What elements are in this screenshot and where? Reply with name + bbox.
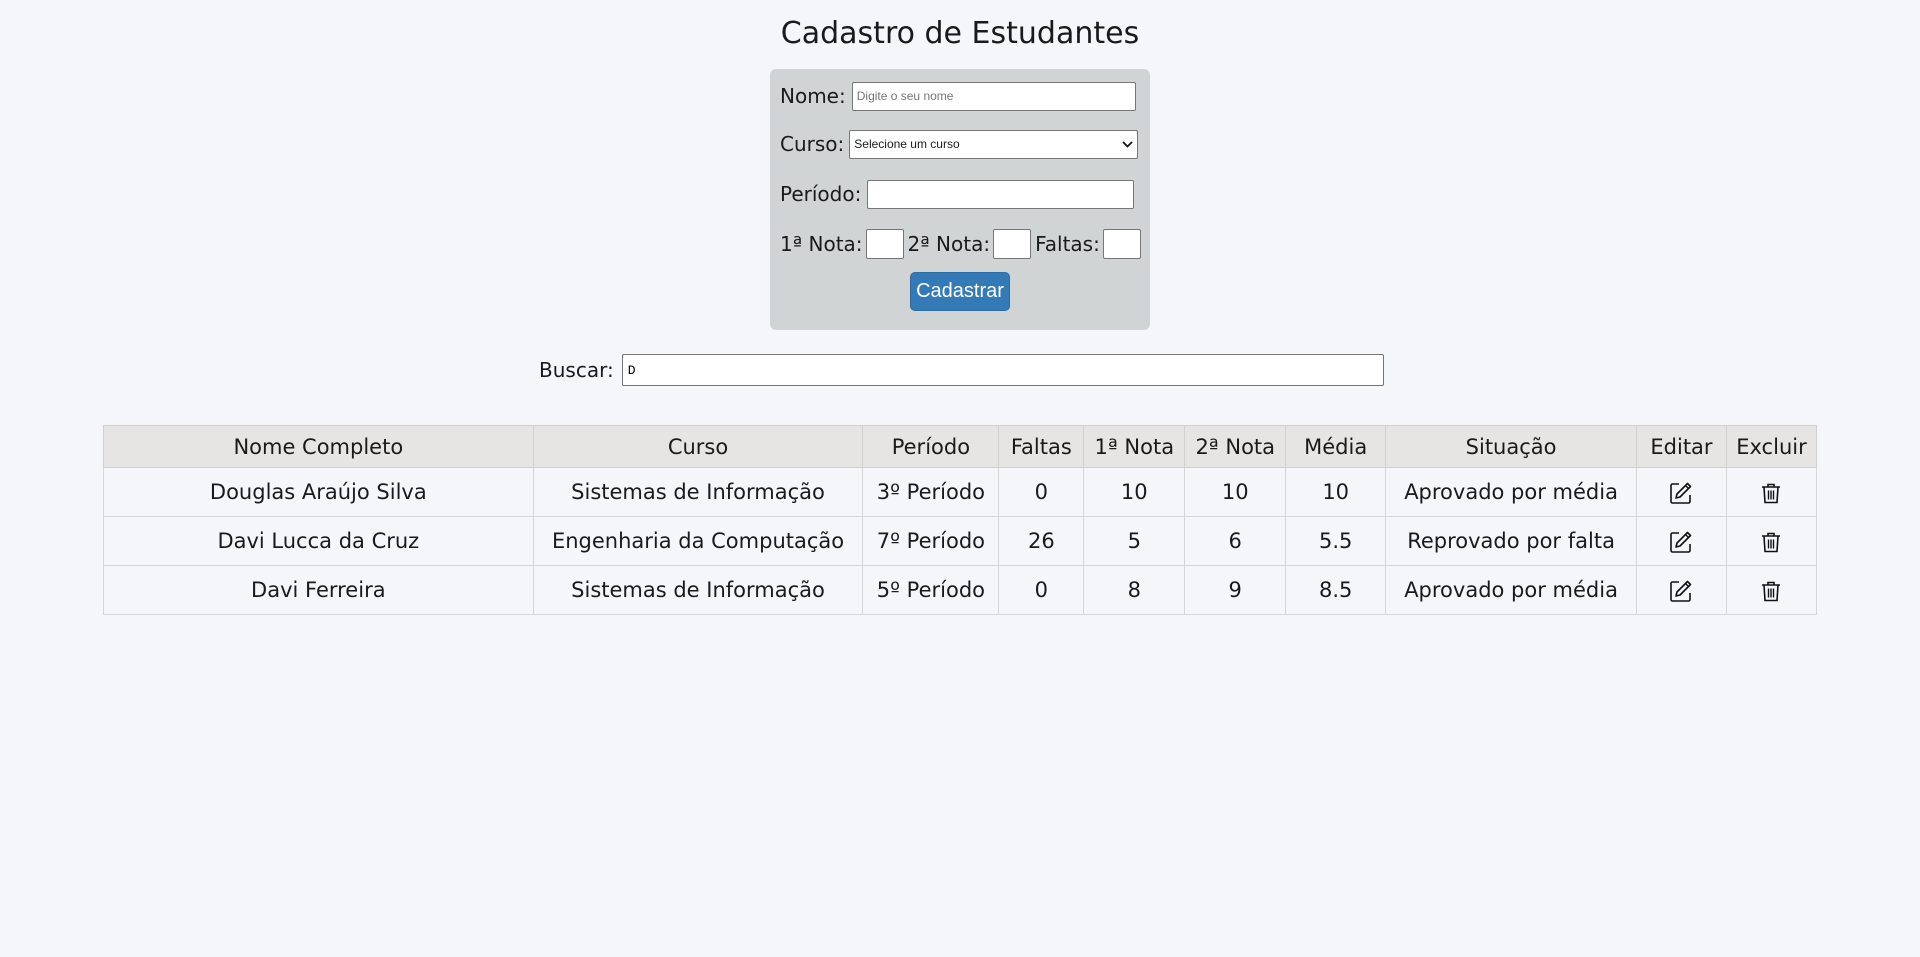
- cell-periodo: 5º Período: [862, 565, 1000, 615]
- cell-media: 5.5: [1285, 516, 1387, 566]
- cell-nome: Douglas Araújo Silva: [103, 467, 534, 517]
- cell-media: 8.5: [1285, 565, 1387, 615]
- notas-row: 1ª Nota: 2ª Nota: Faltas:: [780, 227, 1145, 261]
- cell-media: 10: [1285, 467, 1387, 517]
- cell-periodo: 3º Período: [862, 467, 1000, 517]
- edit-icon[interactable]: [1669, 481, 1693, 505]
- cell-nota2: 10: [1184, 467, 1287, 517]
- cell-situacao: Reprovado por falta: [1385, 516, 1637, 566]
- cell-excluir: [1725, 467, 1818, 517]
- trash-icon[interactable]: [1759, 579, 1783, 603]
- nome-label: Nome:: [780, 84, 846, 108]
- cell-editar: [1636, 565, 1727, 615]
- header-faltas: Faltas: [998, 425, 1085, 468]
- page-title: Cadastro de Estudantes: [780, 16, 1140, 51]
- student-form: Nome: Curso: Selecione um curso Período:…: [770, 69, 1150, 330]
- header-excluir: Excluir: [1725, 425, 1818, 468]
- table-row: Davi Lucca da Cruz Engenharia da Computa…: [103, 516, 1818, 566]
- header-situacao: Situação: [1385, 425, 1637, 468]
- nota1-input[interactable]: [865, 229, 904, 259]
- search-label: Buscar:: [539, 358, 614, 382]
- trash-icon[interactable]: [1759, 481, 1783, 505]
- nome-input[interactable]: [851, 81, 1136, 111]
- periodo-label: Período:: [780, 182, 862, 206]
- table-row: Davi Ferreira Sistemas de Informação 5º …: [103, 565, 1818, 615]
- nota2-label: 2ª Nota:: [907, 232, 991, 256]
- cell-faltas: 0: [998, 467, 1085, 517]
- cell-nota1: 5: [1083, 516, 1186, 566]
- cell-nota1: 10: [1083, 467, 1186, 517]
- cell-excluir: [1725, 516, 1818, 566]
- faltas-label: Faltas:: [1035, 232, 1100, 256]
- curso-row: Curso: Selecione um curso: [780, 127, 1139, 161]
- cell-nota2: 9: [1184, 565, 1287, 615]
- edit-icon[interactable]: [1669, 530, 1693, 554]
- cell-excluir: [1725, 565, 1818, 615]
- faltas-input[interactable]: [1102, 229, 1141, 259]
- header-nota2: 2ª Nota: [1184, 425, 1287, 468]
- cell-nome: Davi Lucca da Cruz: [103, 516, 534, 566]
- students-table: Nome Completo Curso Período Faltas 1ª No…: [103, 425, 1818, 615]
- table-header-row: Nome Completo Curso Período Faltas 1ª No…: [103, 425, 1818, 468]
- cell-nota1: 8: [1083, 565, 1186, 615]
- cell-editar: [1636, 467, 1727, 517]
- trash-icon[interactable]: [1759, 530, 1783, 554]
- search-row: Buscar:: [539, 353, 1384, 387]
- cell-curso: Sistemas de Informação: [532, 565, 864, 615]
- cell-nome: Davi Ferreira: [103, 565, 534, 615]
- curso-select-value: Selecione um curso: [854, 137, 960, 151]
- header-nome: Nome Completo: [103, 425, 534, 468]
- header-periodo: Período: [862, 425, 1000, 468]
- cadastrar-button[interactable]: Cadastrar: [910, 272, 1010, 311]
- cell-curso: Engenharia da Computação: [532, 516, 864, 566]
- cell-situacao: Aprovado por média: [1385, 467, 1637, 517]
- cell-faltas: 26: [998, 516, 1085, 566]
- header-curso: Curso: [532, 425, 864, 468]
- periodo-row: Período:: [780, 177, 1135, 211]
- cell-faltas: 0: [998, 565, 1085, 615]
- cell-editar: [1636, 516, 1727, 566]
- nota2-input[interactable]: [993, 229, 1032, 259]
- table-row: Douglas Araújo Silva Sistemas de Informa…: [103, 467, 1818, 517]
- header-editar: Editar: [1636, 425, 1727, 468]
- cell-situacao: Aprovado por média: [1385, 565, 1637, 615]
- search-input[interactable]: [621, 354, 1384, 386]
- edit-icon[interactable]: [1669, 579, 1693, 603]
- chevron-down-icon: [1122, 137, 1133, 151]
- periodo-input[interactable]: [867, 179, 1135, 209]
- header-nota1: 1ª Nota: [1083, 425, 1186, 468]
- header-media: Média: [1285, 425, 1387, 468]
- curso-select[interactable]: Selecione um curso: [849, 129, 1139, 159]
- cell-nota2: 6: [1184, 516, 1287, 566]
- cell-periodo: 7º Período: [862, 516, 1000, 566]
- nome-row: Nome:: [780, 79, 1136, 113]
- nota1-label: 1ª Nota:: [780, 232, 863, 256]
- cell-curso: Sistemas de Informação: [532, 467, 864, 517]
- curso-label: Curso:: [780, 132, 845, 156]
